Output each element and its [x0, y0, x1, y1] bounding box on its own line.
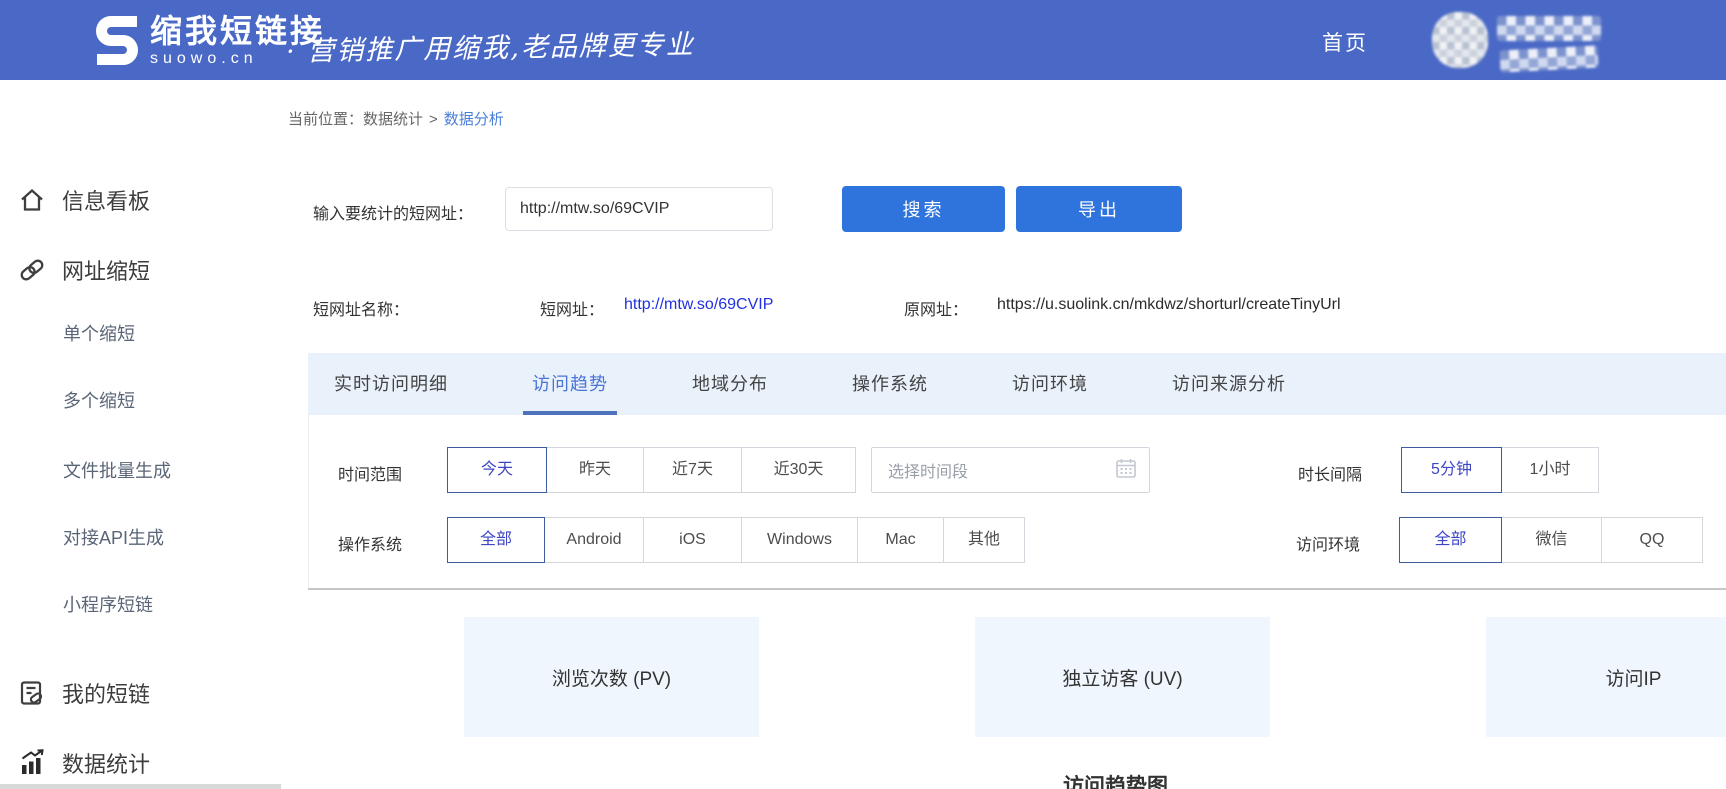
os-filter-label: 操作系统 — [338, 531, 402, 555]
breadcrumb-prefix: 当前位置： — [288, 111, 363, 128]
sidebar-item-label: 网址缩短 — [62, 254, 150, 286]
sidebar-subitem-label: 多个缩短 — [63, 387, 135, 413]
interval-option-5min[interactable]: 5分钟 — [1401, 447, 1502, 493]
short-url-value-link[interactable]: http://mtw.so/69CVIP — [624, 296, 773, 314]
analysis-tabbar: 实时访问明细 访问趋势 地域分布 操作系统 访问环境 访问来源分析 — [308, 353, 1726, 415]
date-range-placeholder: 选择时间段 — [888, 458, 1115, 482]
username-blur-line1[interactable] — [1497, 16, 1601, 41]
tab-visit-environment[interactable]: 访问环境 — [1012, 353, 1088, 415]
time-option-today[interactable]: 今天 — [447, 447, 547, 493]
sidebar-subitem-label: 单个缩短 — [63, 320, 135, 346]
original-url-value: https://u.suolink.cn/mkdwz/shorturl/crea… — [997, 296, 1341, 314]
date-range-picker[interactable]: 选择时间段 — [871, 447, 1150, 493]
nav-home-link[interactable]: 首页 — [1322, 27, 1368, 57]
export-button[interactable]: 导出 — [1016, 186, 1182, 232]
sidebar-subitem-label: 小程序短链 — [63, 591, 153, 617]
visit-trend-chart-title: 访问趋势图 — [1063, 770, 1168, 789]
breadcrumb-current[interactable]: 数据分析 — [444, 111, 504, 128]
sidebar-subitem-label: 文件批量生成 — [63, 457, 171, 483]
time-option-7days[interactable]: 近7天 — [643, 447, 742, 493]
app-root: 缩我短链接 suowo.cn · 营销推广用缩我,老品牌更专业 首页 信息看板 — [0, 0, 1726, 789]
time-option-yesterday[interactable]: 昨天 — [546, 447, 644, 493]
os-option-ios[interactable]: iOS — [643, 517, 742, 563]
stat-card-uv[interactable]: 独立访客 (UV) — [975, 617, 1270, 737]
os-option-android[interactable]: Android — [544, 517, 644, 563]
env-option-qq[interactable]: QQ — [1601, 517, 1703, 563]
tab-visit-trend[interactable]: 访问趋势 — [532, 353, 608, 415]
username-blur-line2 — [1499, 45, 1598, 72]
original-url-label: 原网址： — [904, 296, 968, 320]
interval-group: 5分钟 1小时 — [1401, 447, 1599, 493]
env-option-all[interactable]: 全部 — [1399, 517, 1502, 563]
brand-slogan: · 营销推广用缩我,老品牌更专业 — [286, 22, 695, 68]
tab-operating-system[interactable]: 操作系统 — [852, 353, 928, 415]
stat-card-pv[interactable]: 浏览次数 (PV) — [464, 617, 759, 737]
section-divider — [308, 588, 1726, 590]
os-option-all[interactable]: 全部 — [447, 517, 545, 563]
link-icon — [18, 256, 46, 284]
tab-realtime-detail[interactable]: 实时访问明细 — [334, 353, 448, 415]
stat-card-label: 访问IP — [1606, 664, 1662, 691]
breadcrumb-section[interactable]: 数据统计 — [363, 111, 423, 128]
environment-label: 访问环境 — [1296, 531, 1360, 555]
home-icon — [18, 186, 46, 214]
time-option-30days[interactable]: 近30天 — [741, 447, 856, 493]
environment-group: 全部 微信 QQ — [1399, 517, 1703, 563]
os-option-other[interactable]: 其他 — [943, 517, 1025, 563]
short-url-input[interactable] — [505, 187, 773, 231]
panel-left-border — [308, 415, 309, 590]
interval-option-1hour[interactable]: 1小时 — [1501, 447, 1599, 493]
tab-visit-source[interactable]: 访问来源分析 — [1172, 353, 1286, 415]
document-icon — [18, 679, 46, 707]
bar-chart-icon — [18, 749, 46, 777]
short-url-label: 短网址： — [540, 296, 604, 320]
tab-region-distribution[interactable]: 地域分布 — [692, 353, 768, 415]
time-range-group: 今天 昨天 近7天 近30天 — [447, 447, 856, 493]
os-group: 全部 Android iOS Windows Mac 其他 — [447, 517, 1025, 563]
stat-card-label: 独立访客 (UV) — [1062, 664, 1182, 691]
brand-logo-icon — [94, 14, 140, 71]
sidebar-item-label: 我的短链 — [62, 677, 150, 709]
stat-card-ip[interactable]: 访问IP — [1486, 617, 1726, 737]
breadcrumb: 当前位置：数据统计 > 数据分析 — [288, 108, 504, 129]
env-option-wechat[interactable]: 微信 — [1501, 517, 1602, 563]
short-url-name-label: 短网址名称： — [313, 296, 409, 320]
avatar[interactable] — [1432, 12, 1488, 68]
sidebar-subitem-label: 对接API生成 — [63, 524, 164, 550]
stat-card-label: 浏览次数 (PV) — [552, 664, 671, 691]
os-option-mac[interactable]: Mac — [857, 517, 944, 563]
breadcrumb-separator: > — [429, 111, 438, 128]
os-option-windows[interactable]: Windows — [741, 517, 858, 563]
calendar-icon — [1115, 457, 1137, 484]
sidebar-item-label: 数据统计 — [62, 747, 150, 779]
search-button[interactable]: 搜索 — [842, 186, 1005, 232]
interval-label: 时长间隔 — [1298, 461, 1362, 485]
top-header: 缩我短链接 suowo.cn · 营销推广用缩我,老品牌更专业 首页 — [0, 0, 1726, 80]
time-range-label: 时间范围 — [338, 461, 402, 485]
sidebar-bottom-strip — [0, 784, 281, 789]
search-label: 输入要统计的短网址： — [313, 200, 473, 224]
sidebar-item-label: 信息看板 — [62, 184, 150, 216]
